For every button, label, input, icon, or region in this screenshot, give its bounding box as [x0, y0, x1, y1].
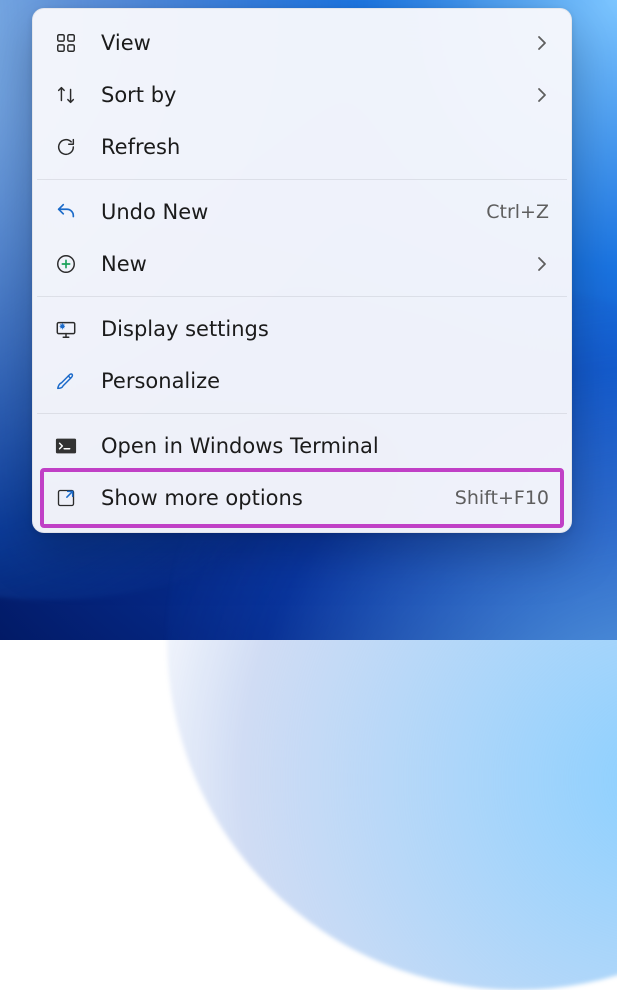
menu-separator [37, 179, 567, 180]
menu-separator [37, 296, 567, 297]
sort-icon [53, 82, 79, 108]
menu-item-label: View [101, 31, 523, 55]
menu-item-terminal[interactable]: Open in Windows Terminal [33, 420, 571, 472]
refresh-icon [53, 134, 79, 160]
terminal-icon [53, 433, 79, 459]
menu-item-view[interactable]: View [33, 17, 571, 69]
chevron-right-icon [535, 87, 549, 103]
menu-item-new[interactable]: New [33, 238, 571, 290]
menu-separator [37, 413, 567, 414]
menu-item-undo[interactable]: Undo New Ctrl+Z [33, 186, 571, 238]
undo-icon [53, 199, 79, 225]
menu-item-label: Undo New [101, 200, 474, 224]
desktop-context-menu: View Sort by Refresh Undo New Ctrl+Z New Displ… [32, 8, 572, 533]
menu-item-personalize[interactable]: Personalize [33, 355, 571, 407]
display-gear-icon [53, 316, 79, 342]
menu-item-label: Refresh [101, 135, 549, 159]
grid-icon [53, 30, 79, 56]
menu-item-shortcut: Ctrl+Z [486, 201, 549, 223]
menu-item-label: Display settings [101, 317, 549, 341]
menu-item-more[interactable]: Show more options Shift+F10 [33, 472, 571, 524]
menu-item-label: Personalize [101, 369, 549, 393]
brush-icon [53, 368, 79, 394]
menu-item-label: Show more options [101, 486, 443, 510]
chevron-right-icon [535, 35, 549, 51]
expand-icon [53, 485, 79, 511]
menu-item-refresh[interactable]: Refresh [33, 121, 571, 173]
menu-item-label: Open in Windows Terminal [101, 434, 549, 458]
plus-circle-icon [53, 251, 79, 277]
menu-item-label: Sort by [101, 83, 523, 107]
menu-item-sortby[interactable]: Sort by [33, 69, 571, 121]
menu-item-display[interactable]: Display settings [33, 303, 571, 355]
menu-item-shortcut: Shift+F10 [455, 487, 549, 509]
menu-item-label: New [101, 252, 523, 276]
chevron-right-icon [535, 256, 549, 272]
